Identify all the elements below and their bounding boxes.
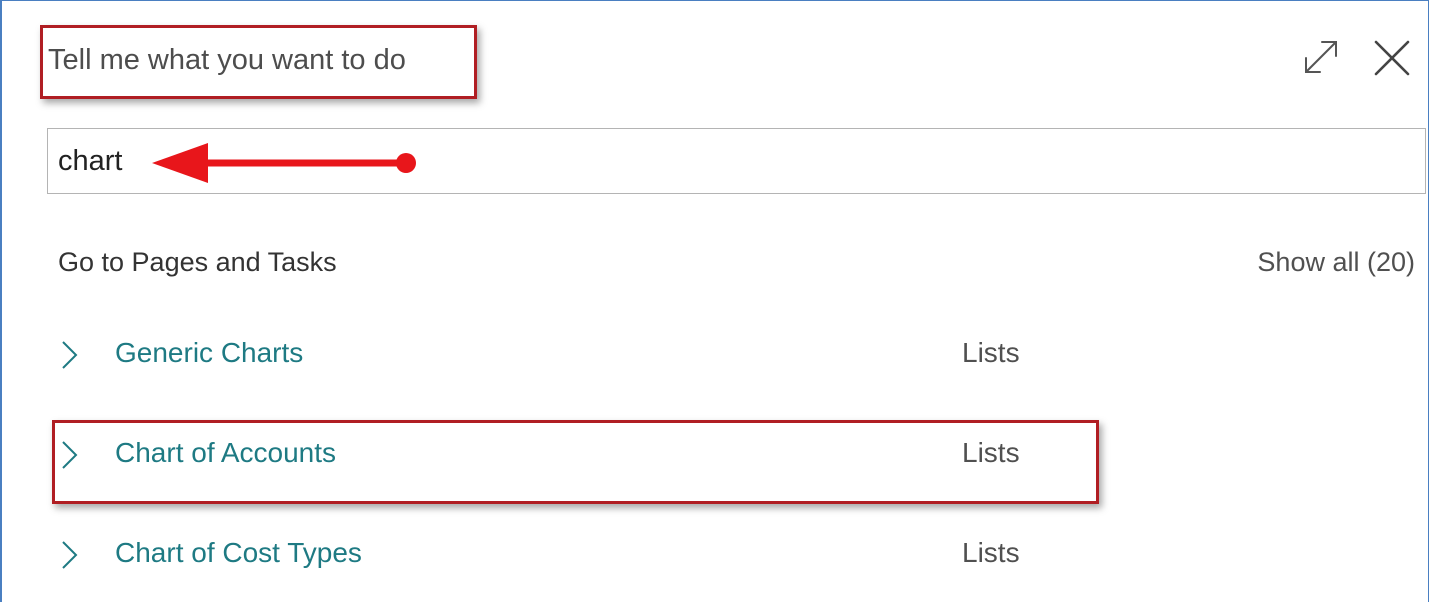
chevron-right-icon xyxy=(62,341,78,369)
show-all-link[interactable]: Show all (20) xyxy=(1257,247,1415,278)
title-highlight-box xyxy=(40,25,477,99)
section-title: Go to Pages and Tasks xyxy=(58,247,337,277)
close-icon[interactable] xyxy=(1370,36,1414,80)
result-category: Lists xyxy=(962,337,1020,368)
result-category: Lists xyxy=(962,537,1020,568)
result-item-chart-of-cost-types[interactable]: Chart of Cost Types Lists xyxy=(56,525,1056,585)
result-label: Generic Charts xyxy=(115,337,304,368)
result-highlight-box xyxy=(52,420,1099,504)
result-label: Chart of Cost Types xyxy=(115,537,362,568)
red-arrow-annotation xyxy=(152,143,416,183)
chevron-right-icon xyxy=(62,541,78,569)
expand-icon[interactable] xyxy=(1300,36,1342,78)
result-item-generic-charts[interactable]: Generic Charts Lists xyxy=(56,325,1056,385)
